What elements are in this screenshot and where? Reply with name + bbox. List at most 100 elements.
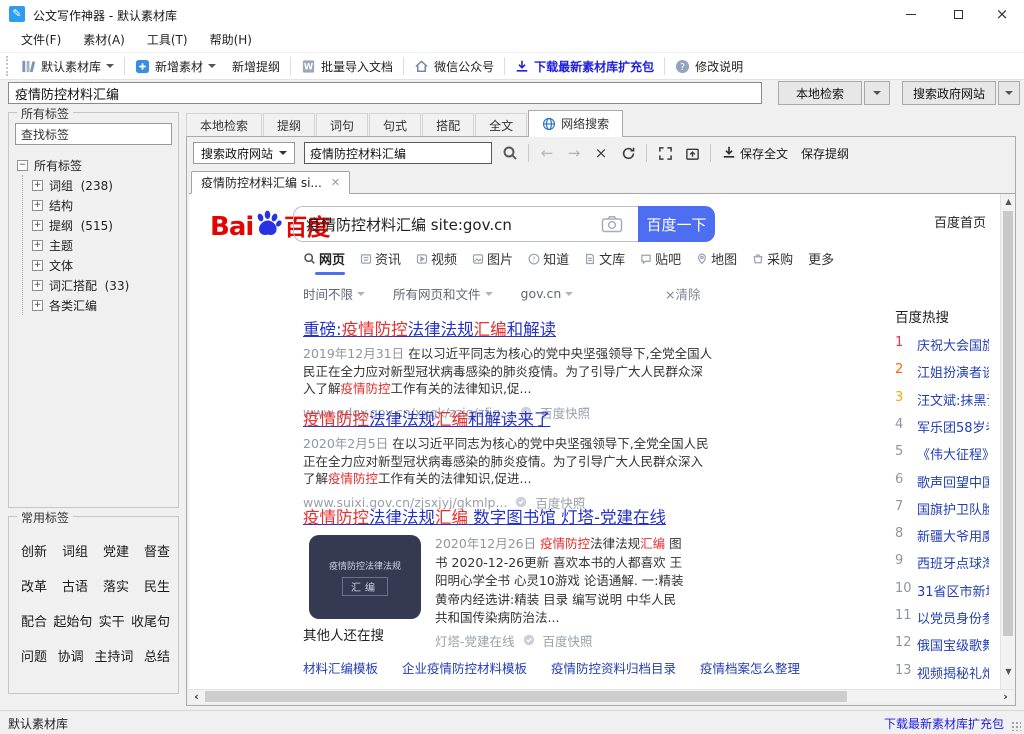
local-search-button[interactable]: 本地检索 — [778, 81, 862, 105]
tab-网络搜索[interactable]: 网络搜索 — [528, 110, 623, 137]
common-tag[interactable]: 总结 — [144, 646, 170, 665]
engine-select[interactable]: 搜索政府网站 — [193, 142, 295, 164]
tree-item[interactable]: +结构 — [32, 195, 174, 215]
hot-search-item[interactable]: 12俄国宝级歌舞团 — [895, 635, 989, 654]
toolbar-button[interactable]: ?修改说明 — [667, 53, 751, 79]
filter-dropdown[interactable]: 时间不限 — [303, 284, 365, 303]
hot-search-item[interactable]: 1031省区市新增确 — [895, 581, 989, 600]
hot-search-item[interactable]: 13视频揭秘礼炮兵 — [895, 663, 989, 682]
refresh-icon[interactable] — [619, 142, 637, 164]
search-icon[interactable] — [501, 142, 519, 164]
collapse-icon[interactable]: − — [17, 160, 28, 171]
hot-search-item[interactable]: 6歌声回望中国共 — [895, 472, 989, 491]
horizontal-scrollbar[interactable]: ‹ › — [189, 689, 1013, 703]
related-search-link[interactable]: 疫情防控资料归档目录 — [551, 658, 676, 677]
hot-search-item[interactable]: 8新疆大爷用魔方 — [895, 526, 989, 545]
tree-item[interactable]: +各类汇编 — [32, 295, 174, 315]
hot-search-item[interactable]: 7国旗护卫队脸上 — [895, 499, 989, 518]
hot-search-item[interactable]: 2江姐扮演者谈张桂 — [895, 362, 989, 381]
hot-search-item[interactable]: 1庆祝大会国旗护卫 — [895, 335, 989, 354]
clear-filters-button[interactable]: ×清除 — [665, 284, 701, 303]
minimize-button[interactable] — [886, 0, 936, 28]
common-tag[interactable]: 党建 — [103, 541, 129, 560]
tree-item[interactable]: +词组 (238) — [32, 175, 174, 195]
baidu-nav-更多[interactable]: 更多 — [808, 249, 834, 268]
common-tag[interactable]: 实干 — [99, 611, 125, 630]
filter-dropdown[interactable]: 所有网页和文件 — [393, 284, 493, 303]
main-search-input[interactable] — [8, 82, 762, 104]
stop-icon[interactable]: × — [592, 142, 610, 164]
local-search-dropdown[interactable] — [864, 81, 890, 105]
scroll-left-icon[interactable]: ‹ — [189, 690, 204, 703]
close-icon[interactable]: ✕ — [331, 176, 340, 189]
tab-词句[interactable]: 词句 — [316, 113, 368, 137]
tree-item[interactable]: +主题 — [32, 235, 174, 255]
common-tag[interactable]: 主持词 — [94, 646, 133, 665]
common-tag[interactable]: 起始句 — [53, 611, 92, 630]
toolbar-button[interactable]: 下载最新素材库扩充包 — [507, 53, 662, 79]
menu-item[interactable]: 工具(T) — [136, 28, 199, 52]
baidu-nav-文库[interactable]: 文库 — [584, 249, 625, 268]
status-download-link[interactable]: 下载最新素材库扩充包 — [884, 715, 1004, 732]
common-tag[interactable]: 改革 — [21, 576, 47, 595]
hot-search-item[interactable]: 5《伟大征程》这 — [895, 444, 989, 463]
toolbar-button[interactable]: 微信公众号 — [406, 53, 502, 79]
common-tag[interactable]: 协调 — [58, 646, 84, 665]
scroll-down-icon[interactable]: ▼ — [1001, 664, 1015, 679]
menu-item[interactable]: 帮助(H) — [199, 28, 263, 52]
baidu-home-link[interactable]: 百度首页 — [934, 212, 986, 231]
expand-icon[interactable]: + — [32, 200, 43, 211]
maximize-button[interactable] — [936, 0, 980, 28]
forward-icon[interactable]: → — [565, 142, 583, 164]
expand-icon[interactable]: + — [32, 220, 43, 231]
gov-search-dropdown[interactable] — [998, 81, 1020, 105]
common-tag[interactable]: 督查 — [144, 541, 170, 560]
toolbar-button[interactable]: 默认素材库 — [13, 53, 122, 79]
gov-search-button[interactable]: 搜索政府网站 — [902, 81, 996, 105]
common-tag[interactable]: 配合 — [21, 611, 47, 630]
find-tags-input[interactable] — [15, 123, 172, 145]
common-tag[interactable]: 词组 — [62, 541, 88, 560]
tree-item[interactable]: +提纲 (515) — [32, 215, 174, 235]
baidu-search-box[interactable]: 疫情防控材料汇编 site:gov.cn — [293, 206, 638, 242]
toolbar-button[interactable]: 新增素材 — [127, 53, 224, 79]
tab-提纲[interactable]: 提纲 — [263, 113, 315, 137]
related-search-link[interactable]: 企业疫情防控材料模板 — [402, 658, 527, 677]
tab-句式[interactable]: 句式 — [369, 113, 421, 137]
menu-item[interactable]: 素材(A) — [72, 28, 136, 52]
result-title-link[interactable]: 疫情防控法律法规汇编 数字图书馆 灯塔-党建在线 — [303, 504, 713, 528]
tree-item[interactable]: +文体 — [32, 255, 174, 275]
expand-icon[interactable]: + — [32, 300, 43, 311]
baidu-nav-资讯[interactable]: 资讯 — [360, 249, 401, 268]
baidu-nav-知道[interactable]: ?知道 — [528, 249, 569, 268]
scroll-right-icon[interactable]: › — [998, 690, 1013, 703]
baidu-nav-图片[interactable]: 图片 — [472, 249, 513, 268]
toolbar-button[interactable]: 新增提纲 — [224, 53, 288, 79]
vertical-scrollbar[interactable]: ▲ ▼ — [1000, 194, 1015, 689]
save-fulltext-button[interactable]: 保存全文 — [720, 145, 790, 162]
page-tab[interactable]: 疫情防控材料汇编 si... ✕ — [191, 171, 350, 194]
fullscreen-icon[interactable] — [656, 142, 674, 164]
close-button[interactable]: × — [980, 0, 1024, 28]
expand-icon[interactable]: + — [32, 240, 43, 251]
browser-query-input[interactable] — [304, 142, 492, 164]
back-icon[interactable]: ← — [538, 142, 556, 164]
common-tag[interactable]: 收尾句 — [131, 611, 170, 630]
tree-root[interactable]: −所有标签 — [17, 155, 174, 175]
save-outline-button[interactable]: 保存提纲 — [799, 145, 851, 162]
result-thumbnail[interactable]: 疫情防控法律法规汇编 — [309, 535, 421, 619]
common-tag[interactable]: 古语 — [62, 576, 88, 595]
expand-icon[interactable]: + — [32, 180, 43, 191]
hot-search-item[interactable]: 4军乐团58岁老兵 — [895, 417, 989, 436]
tree-item[interactable]: +词汇搭配 (33) — [32, 275, 174, 295]
tab-本地检索[interactable]: 本地检索 — [186, 113, 262, 137]
tab-搭配[interactable]: 搭配 — [422, 113, 474, 137]
baidu-nav-视频[interactable]: 视频 — [416, 249, 457, 268]
scrollbar-thumb[interactable] — [1003, 211, 1013, 636]
baidu-search-button[interactable]: 百度一下 — [638, 206, 715, 242]
toolbar-button[interactable]: W批量导入文档 — [293, 53, 401, 79]
common-tag[interactable]: 民生 — [144, 576, 170, 595]
common-tag[interactable]: 创新 — [21, 541, 47, 560]
baidu-nav-地图[interactable]: 地图 — [696, 249, 737, 268]
hot-search-item[interactable]: 9西班牙点球淘汰 — [895, 553, 989, 572]
